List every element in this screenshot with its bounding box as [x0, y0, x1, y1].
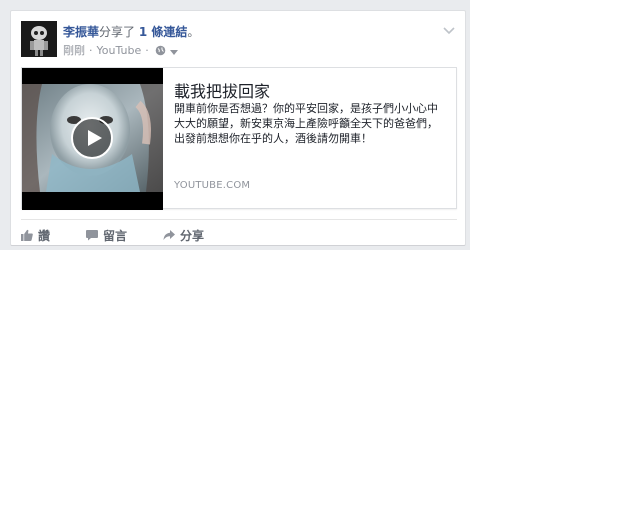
post-meta-line: 剛剛 · YouTube ·: [63, 42, 178, 58]
caret-down-icon[interactable]: [169, 46, 178, 55]
author-name-link[interactable]: 李振華: [63, 25, 99, 39]
link-title[interactable]: 載我把拔回家: [174, 78, 270, 102]
link-share-preview[interactable]: 載我把拔回家 開車前你是否想過？你的平安回家，是孩子們小小心中 大大的願望，新安…: [21, 67, 457, 210]
link-count-link[interactable]: 1 條連結: [139, 25, 188, 39]
avatar-robot-image: [21, 21, 57, 57]
action-divider: [21, 219, 457, 220]
source-link[interactable]: YouTube: [97, 44, 142, 57]
share-arrow-icon: [163, 230, 176, 240]
comment-icon: [86, 230, 99, 241]
feed-post-card: 李振華分享了 1 條連結。 剛剛 · YouTube · 載我把拔回家 開車前你…: [10, 10, 466, 246]
globe-icon[interactable]: [155, 45, 166, 56]
thumbs-up-icon: [21, 229, 33, 241]
timestamp-link[interactable]: 剛剛: [63, 42, 85, 58]
meta-separator: ·: [89, 43, 93, 57]
post-action-bar: 讚 留言 分享: [21, 225, 240, 245]
meta-separator-2: ·: [145, 43, 149, 57]
link-domain: YOUTUBE.COM: [174, 180, 251, 191]
link-description: 開車前你是否想過？你的平安回家，是孩子們小小心中 大大的願望，新安東京海上產險呼…: [174, 102, 438, 145]
comment-button[interactable]: 留言: [86, 227, 127, 244]
like-button[interactable]: 讚: [21, 227, 50, 244]
comment-label: 留言: [103, 228, 128, 243]
chevron-down-icon[interactable]: [443, 21, 455, 35]
share-label: 分享: [180, 228, 205, 243]
like-label: 讚: [38, 228, 51, 243]
period-text: 。: [187, 25, 200, 39]
share-button[interactable]: 分享: [163, 227, 204, 244]
share-action-text: 分享了: [99, 25, 136, 39]
post-header-line: 李振華分享了 1 條連結。: [63, 23, 199, 40]
play-icon[interactable]: [71, 117, 113, 159]
avatar[interactable]: [21, 21, 57, 57]
video-thumbnail[interactable]: [22, 68, 163, 210]
